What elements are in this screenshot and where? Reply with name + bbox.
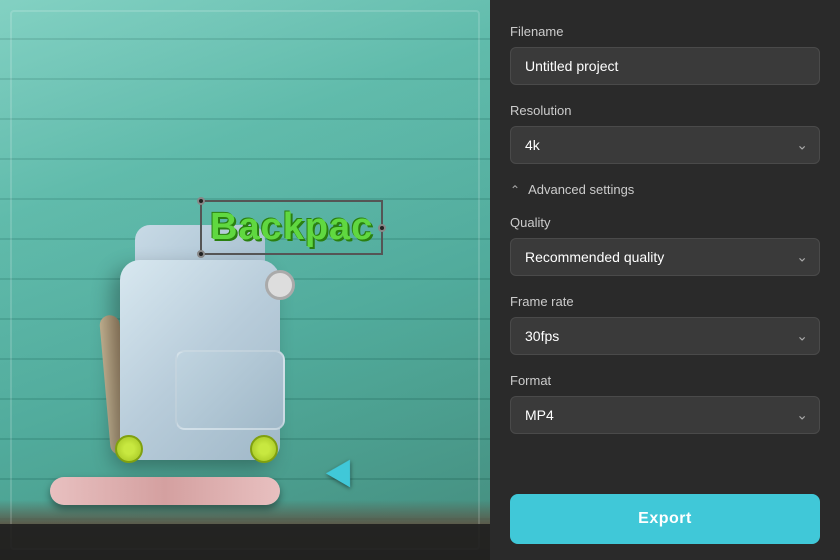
export-button-container: Export — [490, 482, 840, 560]
quality-label: Quality — [510, 215, 820, 230]
format-label: Format — [510, 373, 820, 388]
backpack-label: Backpac — [210, 206, 373, 248]
advanced-chevron-icon: ⌃ — [510, 183, 520, 197]
handle-middle-right — [378, 224, 386, 232]
format-group: Format MP4 MOV AVI GIF ⌄ — [510, 373, 820, 434]
wheel-left — [115, 435, 143, 463]
backpack-body — [120, 260, 280, 460]
video-preview-panel: Backpac — [0, 0, 490, 560]
export-panel: Filename Resolution 4k 1080p 720p 480p ⌄… — [490, 0, 840, 560]
framerate-select[interactable]: 30fps 24fps 60fps — [510, 317, 820, 355]
filename-group: Filename — [510, 24, 820, 85]
resolution-select-wrapper: 4k 1080p 720p 480p ⌄ — [510, 126, 820, 164]
advanced-settings-toggle[interactable]: ⌃ Advanced settings — [510, 182, 820, 197]
circle-handle[interactable] — [265, 270, 295, 300]
resolution-label: Resolution — [510, 103, 820, 118]
resolution-select[interactable]: 4k 1080p 720p 480p — [510, 126, 820, 164]
framerate-group: Frame rate 30fps 24fps 60fps ⌄ — [510, 294, 820, 355]
framerate-label: Frame rate — [510, 294, 820, 309]
text-overlay-container[interactable]: Backpac — [200, 200, 383, 255]
resolution-group: Resolution 4k 1080p 720p 480p ⌄ — [510, 103, 820, 164]
framerate-select-wrapper: 30fps 24fps 60fps ⌄ — [510, 317, 820, 355]
export-button[interactable]: Export — [510, 494, 820, 544]
bottom-bar — [0, 524, 490, 560]
advanced-settings-label: Advanced settings — [528, 182, 634, 197]
wheel-right — [250, 435, 278, 463]
video-background: Backpac — [0, 0, 490, 560]
quality-select-wrapper: Recommended quality High quality Medium … — [510, 238, 820, 276]
text-overlay-box: Backpac — [200, 200, 383, 255]
quality-group: Quality Recommended quality High quality… — [510, 215, 820, 276]
format-select[interactable]: MP4 MOV AVI GIF — [510, 396, 820, 434]
backpack-pocket — [175, 350, 285, 430]
format-select-wrapper: MP4 MOV AVI GIF ⌄ — [510, 396, 820, 434]
filename-label: Filename — [510, 24, 820, 39]
handle-bottom-left — [197, 250, 205, 258]
handle-top-left — [197, 197, 205, 205]
quality-select[interactable]: Recommended quality High quality Medium … — [510, 238, 820, 276]
skateboard — [50, 477, 280, 505]
export-content: Filename Resolution 4k 1080p 720p 480p ⌄… — [490, 0, 840, 482]
filename-input[interactable] — [510, 47, 820, 85]
